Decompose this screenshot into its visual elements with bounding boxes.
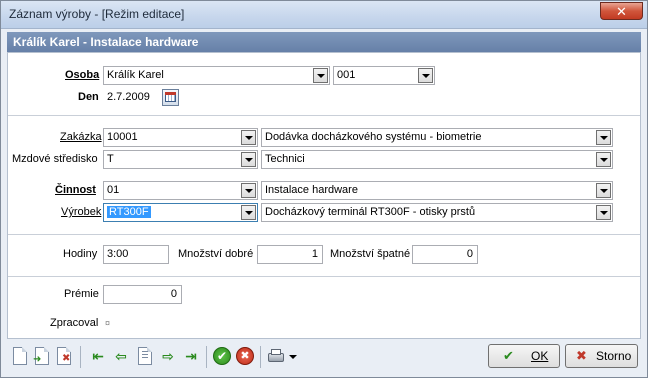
chevron-down-icon[interactable] — [596, 130, 611, 145]
hodiny-input[interactable]: 3:00 — [103, 245, 169, 264]
chevron-down-icon[interactable] — [596, 152, 611, 167]
chevron-down-icon[interactable] — [241, 130, 256, 145]
premie-label: Prémie — [64, 288, 99, 300]
divider — [8, 234, 640, 235]
storno-button-label: Storno — [596, 349, 632, 363]
vyrobek-desc-value: Docházkový terminál RT300F - otisky prst… — [265, 206, 476, 218]
print-icon[interactable] — [266, 347, 286, 365]
next-record-icon[interactable]: ⇨ — [159, 347, 177, 365]
vyrobek-label[interactable]: Výrobek — [61, 206, 101, 218]
stredisko-label: Mzdové středisko — [12, 153, 98, 165]
zpracoval-value: ¤ — [105, 318, 111, 328]
cinnost-desc-select[interactable]: Instalace hardware — [261, 181, 613, 200]
chevron-down-icon[interactable] — [241, 152, 256, 167]
zakazka-desc-select[interactable]: Dodávka docházkového systému - biometrie — [261, 128, 613, 147]
osoba-name-select[interactable]: Králík Karel — [103, 66, 330, 85]
chevron-down-icon[interactable] — [241, 183, 256, 198]
mnozstvi-spatne-value: 0 — [466, 248, 473, 260]
zakazka-desc-value: Dodávka docházkového systému - biometrie — [265, 131, 482, 143]
form-panel: Osoba Králík Karel 001 Den 2.7.2009 Zaká… — [7, 52, 641, 339]
zakazka-label[interactable]: Zakázka — [60, 131, 102, 143]
record-title: Králík Karel - Instalace hardware — [13, 35, 199, 49]
delete-record-icon[interactable]: ✖ — [57, 347, 71, 365]
chevron-down-icon[interactable] — [418, 68, 433, 83]
stredisko-desc-value: Technici — [265, 153, 305, 165]
mnozstvi-spatne-label: Množství špatné — [330, 248, 411, 260]
chevron-down-icon[interactable] — [313, 68, 328, 83]
chevron-down-icon[interactable] — [596, 205, 611, 220]
hodiny-value: 3:00 — [107, 248, 129, 260]
record-header: Králík Karel - Instalace hardware — [7, 32, 641, 52]
zakazka-code-value: 10001 — [107, 131, 138, 143]
chevron-down-icon[interactable] — [241, 205, 256, 220]
stredisko-code-select[interactable]: T — [103, 150, 258, 169]
osoba-name-value: Králík Karel — [107, 69, 164, 81]
premie-input[interactable]: 0 — [103, 285, 182, 304]
osoba-code-value: 001 — [337, 69, 356, 81]
cinnost-desc-value: Instalace hardware — [265, 184, 358, 196]
find-record-icon[interactable] — [138, 347, 152, 365]
vyrobek-desc-select[interactable]: Docházkový terminál RT300F - otisky prst… — [261, 203, 613, 222]
ok-button-label: OK — [531, 349, 549, 363]
title-bar: Záznam výroby - [Režim editace] ✕ — [1, 1, 647, 29]
copy-record-icon[interactable]: ➜ — [33, 347, 49, 365]
den-value: 2.7.2009 — [107, 91, 150, 103]
previous-record-icon[interactable]: ⇦ — [112, 347, 130, 365]
mnozstvi-dobre-label: Množství dobré — [178, 248, 254, 260]
osoba-code-select[interactable]: 001 — [333, 66, 435, 85]
stredisko-desc-select[interactable]: Technici — [261, 150, 613, 169]
vyrobek-code-value: RT300F — [107, 206, 151, 218]
close-icon: ✖ — [576, 348, 587, 363]
divider — [8, 115, 640, 116]
ok-button[interactable]: ✔ OK — [488, 344, 560, 368]
last-record-icon[interactable]: ⇥ — [182, 347, 200, 365]
chevron-down-icon[interactable] — [596, 183, 611, 198]
window-title: Záznam výroby - [Režim editace] — [9, 7, 185, 21]
hodiny-label: Hodiny — [63, 248, 98, 260]
confirm-icon[interactable]: ✔ — [213, 347, 231, 365]
zpracoval-label: Zpracoval — [50, 317, 99, 329]
app-window: Záznam výroby - [Režim editace] ✕ Králík… — [0, 0, 648, 378]
cinnost-code-value: 01 — [107, 184, 120, 196]
den-field[interactable]: 2.7.2009 — [103, 88, 161, 107]
calendar-icon[interactable] — [162, 89, 179, 106]
checkmark-icon: ✔ — [503, 348, 514, 363]
mnozstvi-dobre-value: 1 — [311, 248, 318, 260]
osoba-label[interactable]: Osoba — [65, 69, 99, 81]
zakazka-code-select[interactable]: 10001 — [103, 128, 258, 147]
toolbar-separator — [206, 346, 207, 368]
mnozstvi-spatne-input[interactable]: 0 — [412, 245, 478, 264]
first-record-icon[interactable]: ⇤ — [89, 347, 107, 365]
den-label: Den — [78, 91, 99, 103]
vyrobek-code-select[interactable]: RT300F — [103, 203, 258, 222]
premie-value: 0 — [170, 288, 177, 300]
print-dropdown-icon[interactable] — [288, 347, 298, 365]
cancel-icon[interactable]: ✖ — [236, 347, 254, 365]
new-record-icon[interactable] — [13, 347, 27, 365]
storno-button[interactable]: ✖ Storno — [565, 344, 638, 368]
toolbar-separator — [80, 346, 81, 368]
mnozstvi-dobre-input[interactable]: 1 — [257, 245, 323, 264]
toolbar-separator — [260, 346, 261, 368]
stredisko-code-value: T — [107, 153, 114, 165]
cinnost-label[interactable]: Činnost — [55, 184, 96, 196]
divider — [8, 276, 640, 277]
cinnost-code-select[interactable]: 01 — [103, 181, 258, 200]
close-button[interactable]: ✕ — [600, 2, 643, 20]
